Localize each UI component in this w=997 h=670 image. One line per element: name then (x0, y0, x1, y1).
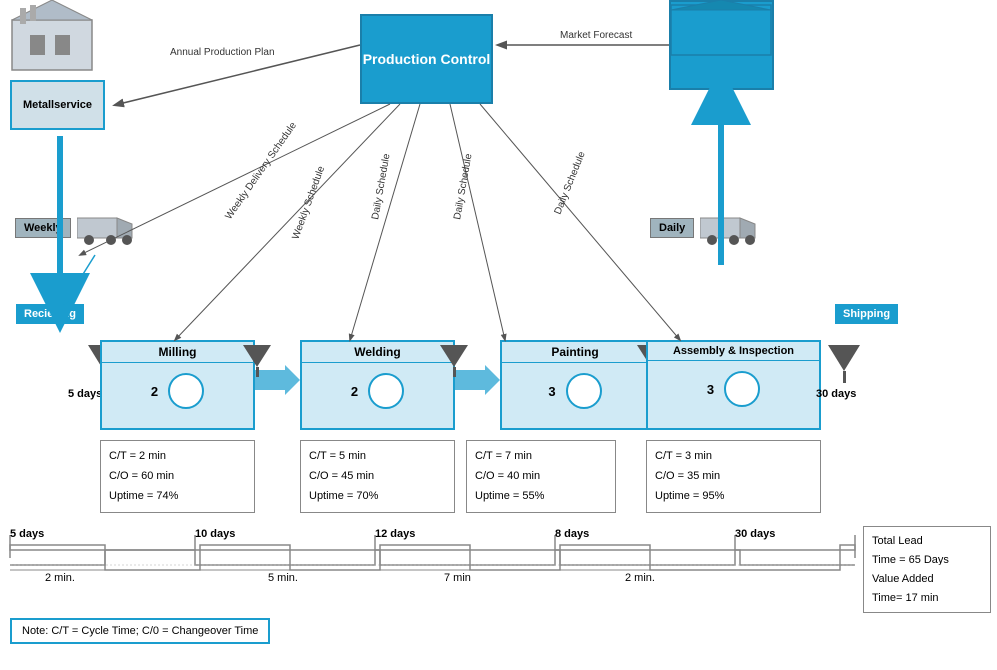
value-added-box: Value Added Time= 17 min (863, 565, 991, 613)
milling-circle (168, 373, 204, 409)
total-lead-label: Total Lead (872, 532, 982, 551)
assembly-title: Assembly & Inspection (648, 342, 819, 361)
svg-text:Daily Schedule: Daily Schedule (370, 152, 392, 220)
inventory-triangle-3 (440, 345, 468, 377)
metallservice-label: Metallservice (23, 99, 92, 111)
milling-ct: C/T = 2 min (109, 447, 246, 467)
milling-metrics: C/T = 2 min C/O = 60 min Uptime = 74% (100, 440, 255, 513)
days-after-assembly: 30 days (816, 388, 856, 400)
tl-days-3: 8 days (555, 528, 589, 540)
assembly-ct: C/T = 3 min (655, 447, 812, 467)
assembly-circle (724, 371, 760, 407)
weekly-truck-icon (77, 210, 137, 245)
painting-circle (566, 373, 602, 409)
daily-label: Daily (650, 218, 694, 238)
svg-text:Market Forecast: Market Forecast (560, 30, 632, 41)
assembly-uptime: Uptime = 95% (655, 487, 812, 507)
tl-mins-2: 7 min (444, 572, 471, 584)
tl-mins-1: 5 min. (268, 572, 298, 584)
welding-ct: C/T = 5 min (309, 447, 446, 467)
painting-ct: C/T = 7 min (475, 447, 607, 467)
svg-text:Daily Schedule: Daily Schedule (452, 152, 474, 220)
metallservice-box: Metallservice (10, 80, 105, 130)
tl-mins-0: 2 min. (45, 572, 75, 584)
days-before-milling: 5 days (68, 388, 102, 400)
assembly-body: 3 (648, 361, 819, 417)
painting-workers: 3 (548, 384, 555, 399)
assembly-workers: 3 (707, 382, 714, 397)
note-text: Note: C/T = Cycle Time; C/0 = Changeover… (22, 625, 258, 637)
painting-process-box: Painting 3 (500, 340, 650, 430)
welding-metrics: C/T = 5 min C/O = 45 min Uptime = 70% (300, 440, 455, 513)
svg-text:Weekly Schedule: Weekly Schedule (290, 164, 327, 241)
note-box: Note: C/T = Cycle Time; C/0 = Changeover… (10, 618, 270, 644)
production-control-box: Production Control (360, 14, 493, 104)
daily-truck-icon (700, 210, 760, 245)
tl-mins-3: 2 min. (625, 572, 655, 584)
milling-body: 2 (102, 363, 253, 419)
milling-co: C/O = 60 min (109, 467, 246, 487)
shipping-box: Shipping (835, 304, 898, 324)
painting-metrics: C/T = 7 min C/O = 40 min Uptime = 55% (466, 440, 616, 513)
svg-text:Annual Production Plan: Annual Production Plan (170, 47, 275, 58)
tl-days-0: 5 days (10, 528, 44, 540)
welding-body: 2 (302, 363, 453, 419)
milling-process-box: Milling 2 (100, 340, 255, 430)
milling-uptime: Uptime = 74% (109, 487, 246, 507)
value-added-value: Time= 17 min (872, 589, 982, 608)
customer-label: Customer (689, 37, 754, 53)
milling-title: Milling (102, 342, 253, 363)
svg-text:Daily Schedule: Daily Schedule (553, 150, 588, 216)
welding-uptime: Uptime = 70% (309, 487, 446, 507)
painting-title: Painting (502, 342, 648, 363)
milling-workers: 2 (151, 384, 158, 399)
welding-title: Welding (302, 342, 453, 363)
assembly-co: C/O = 35 min (655, 467, 812, 487)
production-control-label: Production Control (363, 51, 491, 67)
painting-uptime: Uptime = 55% (475, 487, 607, 507)
welding-workers: 2 (351, 384, 358, 399)
inventory-triangle-2 (243, 345, 271, 377)
welding-co: C/O = 45 min (309, 467, 446, 487)
welding-process-box: Welding 2 (300, 340, 455, 430)
painting-body: 3 (502, 363, 648, 419)
tl-days-4: 30 days (735, 528, 775, 540)
welding-circle (368, 373, 404, 409)
svg-text:Weekly Delivery Schedule: Weekly Delivery Schedule (223, 120, 299, 222)
assembly-metrics: C/T = 3 min C/O = 35 min Uptime = 95% (646, 440, 821, 513)
painting-co: C/O = 40 min (475, 467, 607, 487)
tl-days-2: 12 days (375, 528, 415, 540)
weekly-truck-area: Weekly (15, 200, 160, 255)
daily-truck-area: Daily (650, 200, 795, 255)
value-added-label: Value Added (872, 570, 982, 589)
tl-days-1: 10 days (195, 528, 235, 540)
receiving-box: Recieving (16, 304, 84, 324)
weekly-label: Weekly (15, 218, 71, 238)
inventory-triangle-5 (828, 345, 860, 383)
customer-box: Customer (669, 0, 774, 90)
assembly-process-box: Assembly & Inspection 3 (646, 340, 821, 430)
